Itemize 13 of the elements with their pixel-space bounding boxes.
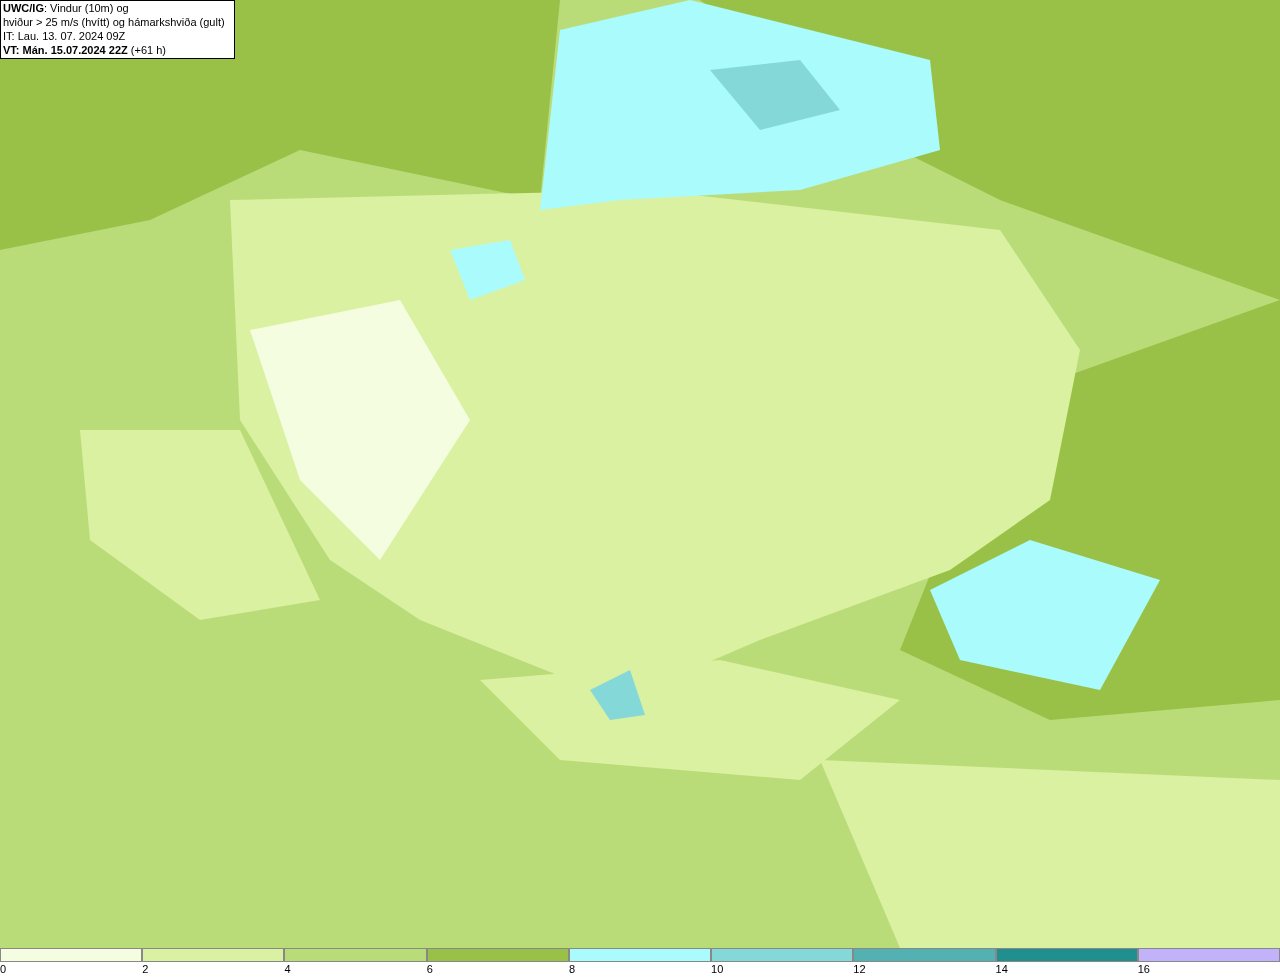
legend-tick-label: 12 — [852, 962, 866, 976]
legend-tick-label: 16 — [1136, 962, 1150, 976]
title-line: UWC/IG: Vindur (10m) og — [3, 1, 130, 15]
legend-tick-label: 2 — [141, 962, 149, 976]
legend-tick-label: 4 — [283, 962, 291, 976]
title-line: VT: Mán. 15.07.2024 22Z (+61 h) — [3, 43, 167, 57]
legend-tick-label: 14 — [994, 962, 1008, 976]
legend-tick-label: 8 — [567, 962, 575, 976]
legend-tick-label: 10 — [710, 962, 724, 976]
legend-tick-label: 0 — [0, 962, 7, 976]
title-line: hviður > 25 m/s (hvítt) og hámarkshviða (gult) — [3, 15, 226, 29]
legend-tick-label: 6 — [425, 962, 433, 976]
title-line: IT: Lau. 13. 07. 2024 09Z — [3, 29, 127, 43]
